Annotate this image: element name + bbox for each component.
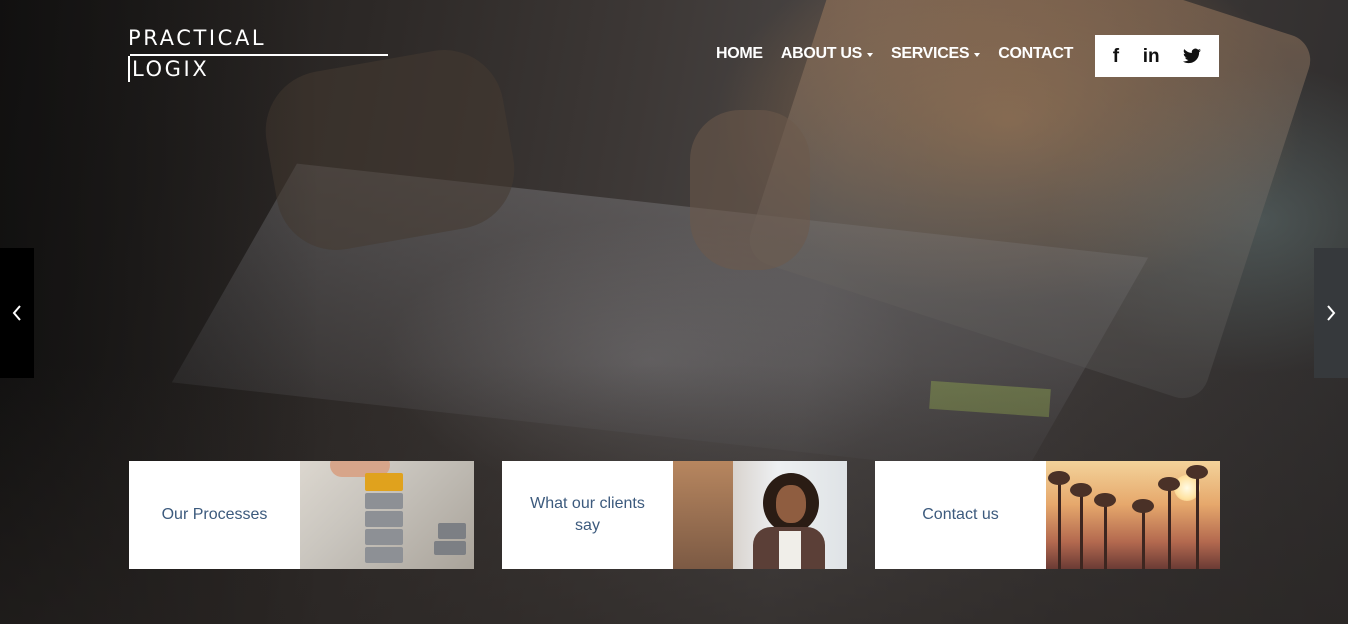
palm-crown [1186,465,1208,479]
chevron-right-icon [1327,305,1336,321]
nav-about-us-label: ABOUT US [780,45,862,62]
linkedin-icon[interactable]: in [1143,47,1160,66]
palm-crown [1132,499,1154,513]
shirt-shape [779,531,801,569]
palm-trunk [1142,505,1145,569]
person-shape [673,461,733,569]
social-links: f in [1095,35,1219,77]
facebook-icon[interactable]: f [1113,47,1119,66]
card-label: Our Processes [161,506,268,523]
gray-block [438,523,466,539]
nav-contact-label: CONTACT [998,45,1074,62]
palm-trunk [1168,483,1171,569]
logo-line-2: LOGIX [128,56,209,82]
gray-block [365,529,403,545]
palm-trunk [1196,471,1199,569]
palm-crown [1048,471,1070,485]
card-contact-us[interactable]: Contact us [875,461,1220,569]
logo-line-1: PRACTICAL [128,26,267,50]
nav-about-us[interactable]: ABOUT US [781,45,873,63]
gray-block [365,547,403,563]
palm-trunk [1104,499,1107,569]
smiling-woman-photo [673,461,847,569]
yellow-block [365,473,403,491]
palm-trunk [1080,489,1083,569]
slider-prev-button[interactable] [0,248,34,378]
twitter-icon[interactable] [1183,48,1202,64]
nav-home[interactable]: HOME [716,45,763,63]
chevron-left-icon [12,305,21,321]
card-label: What our clients say [530,495,645,534]
palm-trees-photo [1046,461,1220,569]
gray-block [365,511,403,527]
face-shape [776,485,806,523]
palm-crown [1158,477,1180,491]
gray-block [434,541,466,555]
lego-blocks-photo [300,461,474,569]
site-logo[interactable]: PRACTICAL LOGIX [128,26,388,82]
nav-services-label: SERVICES [890,45,970,62]
palm-crown [1094,493,1116,507]
card-label: Contact us [922,506,999,523]
slider-next-button[interactable] [1314,248,1348,378]
caret-down-icon [866,53,873,57]
nav-home-label: HOME [716,45,763,62]
palm-crown [1070,483,1092,497]
caret-down-icon [974,53,981,57]
nav-contact[interactable]: CONTACT [998,45,1073,63]
card-what-our-clients-say[interactable]: What our clients say [502,461,847,569]
main-nav: HOME ABOUT US SERVICES CONTACT [716,45,1073,63]
card-our-processes[interactable]: Our Processes [129,461,474,569]
hand-shape [690,110,810,270]
palm-trunk [1058,477,1061,569]
nav-services[interactable]: SERVICES [890,45,981,63]
gray-block [365,493,403,509]
